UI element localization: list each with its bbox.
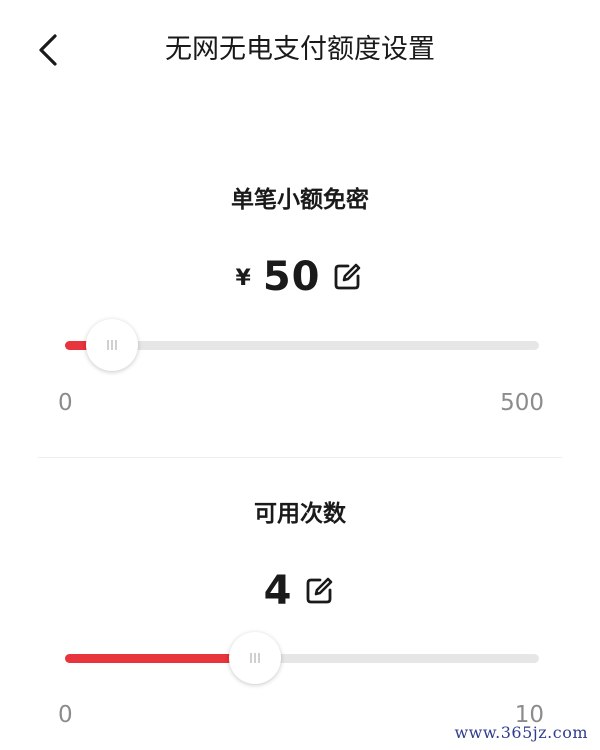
usage-count-value: 4 <box>263 568 293 614</box>
single-limit-title: 单笔小额免密 <box>231 187 369 213</box>
slider-fill <box>65 654 255 663</box>
single-limit-slider[interactable] <box>65 315 539 375</box>
usage-count-value-row: 4 <box>0 566 600 616</box>
single-limit-value: 50 <box>262 254 321 300</box>
edit-icon <box>307 577 333 604</box>
single-limit-section: 单笔小额免密 ¥ 50 0 500 <box>0 0 600 457</box>
usage-count-section: 可用次数 4 0 10 <box>0 458 600 750</box>
slider-thumb[interactable] <box>229 632 281 684</box>
slider-track <box>65 654 539 663</box>
currency-symbol: ¥ <box>235 265 251 291</box>
grip-icon <box>250 653 260 663</box>
usage-count-slider[interactable] <box>65 628 539 688</box>
slider-thumb[interactable] <box>86 319 138 371</box>
usage-count-title: 可用次数 <box>254 501 346 527</box>
single-limit-min-label: 0 <box>58 390 73 416</box>
single-limit-value-row: ¥ 50 <box>0 252 600 302</box>
watermark-text: www.365jz.com <box>454 723 588 742</box>
usage-count-min-label: 0 <box>58 702 73 728</box>
grip-icon <box>107 340 117 350</box>
single-limit-edit-button[interactable] <box>330 260 364 294</box>
single-limit-max-label: 500 <box>500 390 544 416</box>
usage-count-edit-button[interactable] <box>302 574 336 608</box>
edit-icon <box>335 263 361 290</box>
